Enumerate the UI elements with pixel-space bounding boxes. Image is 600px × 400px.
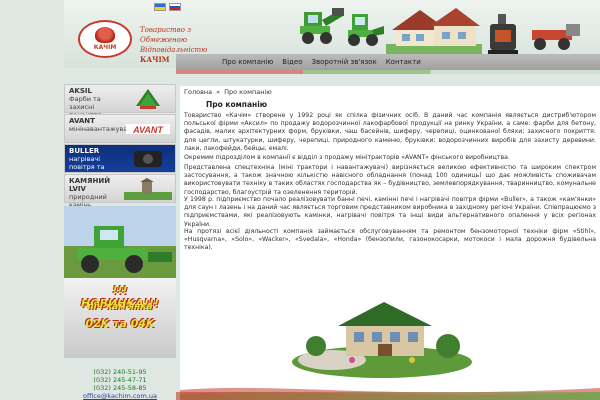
sidebar-item-title: AKSIL bbox=[69, 87, 92, 95]
nav-item-about[interactable]: Про компанію bbox=[222, 58, 273, 66]
breadcrumb-home[interactable]: Головна bbox=[184, 88, 212, 96]
aksil-logo-icon bbox=[136, 89, 160, 109]
house-image bbox=[386, 8, 482, 56]
promo-banner[interactable]: !!!НОВИНКА!!! піч кам'янка 02K та 04K bbox=[64, 206, 176, 358]
stove-image bbox=[488, 14, 518, 54]
avant-logo-text: AVANT bbox=[132, 125, 164, 135]
loader-image bbox=[300, 8, 344, 44]
sidebar-item-aksil[interactable]: AKSIL Фарби та захисні покриття bbox=[64, 84, 176, 119]
main-nav: Про компанію Відео Зворотній зв'язок Кон… bbox=[0, 54, 600, 70]
phone-3: (032) 245-58-85 bbox=[93, 384, 147, 392]
breadcrumb-current: Про компанію bbox=[224, 88, 272, 96]
nav-item-contacts[interactable]: Контакти bbox=[386, 58, 421, 66]
breadcrumb: Головна » Про компанію bbox=[184, 88, 272, 96]
avant-logo-icon: AVANT bbox=[126, 124, 170, 135]
paragraph-2: Окремим підрозділом в компанії є відділ … bbox=[184, 154, 510, 161]
sidebar-item-title: AVANT bbox=[69, 117, 95, 125]
phone-1: (032) 240-51-95 bbox=[93, 368, 147, 376]
sidebar-item-title: BULLER bbox=[69, 147, 100, 155]
decorative-stripe bbox=[176, 70, 600, 74]
promo-line-3: 02K та 04K bbox=[85, 317, 155, 330]
phone-2: (032) 245-47-71 bbox=[93, 376, 147, 384]
contacts: (032) 240-51-95 (032) 245-47-71 (032) 24… bbox=[64, 368, 176, 400]
sidebar-item-avant[interactable]: AVANT мінінавантажувачі AVANT bbox=[64, 114, 176, 143]
sidebar-item-title: КАМЯНИЙ LVIV bbox=[69, 177, 111, 193]
machinery-image bbox=[532, 24, 580, 50]
promo-line-2: піч кам'янка bbox=[87, 302, 153, 312]
language-switcher bbox=[154, 3, 181, 11]
sidebar-item-sub: мінінавантажувачі bbox=[69, 125, 133, 133]
paragraph-4: У 1998 р. підприємство почало реалізовув… bbox=[184, 196, 596, 228]
paragraph-1: Товариство «Качім» створене у 1992 році … bbox=[184, 112, 596, 152]
nav-menu: Про компанію Відео Зворотній зв'язок Кон… bbox=[222, 54, 421, 70]
page-title: Про компанію bbox=[206, 100, 268, 109]
ukraine-flag-icon[interactable] bbox=[154, 3, 166, 11]
sidebar-item-buller[interactable]: BULLER нагрівачі повітря та камінки, кот… bbox=[64, 144, 176, 179]
company-line-1: Товариство з Обмеженою bbox=[140, 26, 192, 44]
heater-icon bbox=[134, 151, 162, 167]
sidebar: AKSIL Фарби та захисні покриття AVANT мі… bbox=[64, 84, 176, 209]
nav-item-video[interactable]: Відео bbox=[282, 58, 302, 66]
mini-tractor-image bbox=[348, 14, 384, 46]
page: КАЧІМ Товариство з Обмеженою Відповідаль… bbox=[0, 0, 600, 400]
email-link[interactable]: office@kachim.com.ua bbox=[64, 392, 176, 400]
russia-flag-icon[interactable] bbox=[169, 3, 181, 11]
sidebar-item-kamyanyi-lviv[interactable]: КАМЯНИЙ LVIV природний камінь bbox=[64, 174, 176, 209]
stone-building-icon bbox=[124, 178, 172, 200]
company-logo[interactable]: КАЧІМ bbox=[78, 20, 132, 58]
main-content: Головна » Про компанію Про компанію Това… bbox=[180, 86, 600, 400]
logo-mark-icon bbox=[95, 27, 115, 43]
loader-photo-image bbox=[64, 206, 176, 278]
logo-text: КАЧІМ bbox=[93, 44, 117, 51]
paragraph-5: На протязі всієї діяльності компанія зай… bbox=[184, 228, 596, 252]
footer-stripe bbox=[176, 392, 600, 400]
company-line-2: Відповідальністю bbox=[140, 46, 208, 54]
company-building-photo bbox=[292, 302, 472, 378]
paragraph-3: Представлена спецтехніка (міні трактори … bbox=[184, 164, 596, 196]
breadcrumb-separator: » bbox=[216, 88, 221, 96]
nav-item-feedback[interactable]: Зворотній зв'язок bbox=[311, 58, 376, 66]
